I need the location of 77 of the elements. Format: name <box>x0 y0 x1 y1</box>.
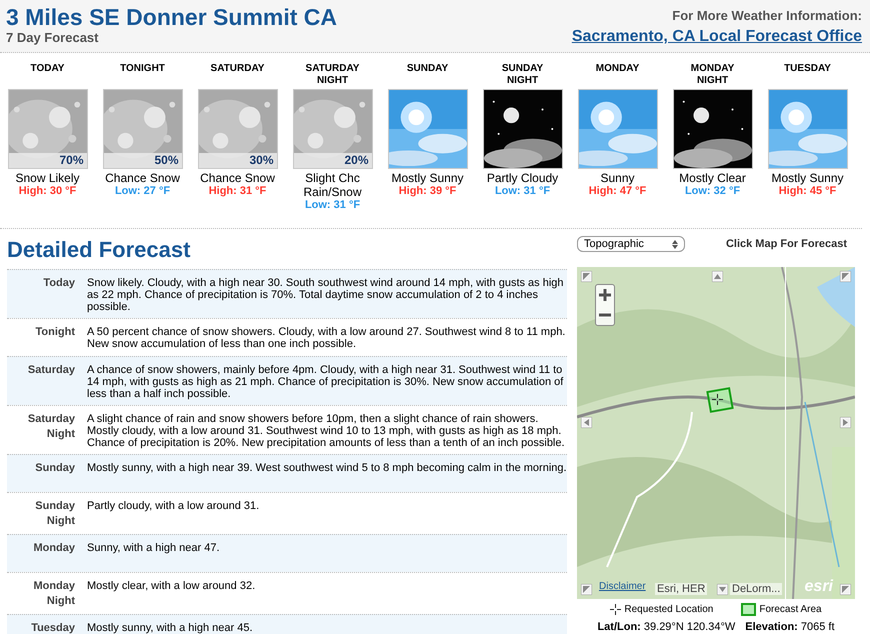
pan-arrow-icon[interactable] <box>840 417 851 428</box>
period-label: Saturday <box>26 363 75 378</box>
legend-label: Forecast Area <box>759 604 822 615</box>
forecast-area-icon <box>706 387 734 413</box>
forecast-area-icon <box>741 603 756 616</box>
period-name: SATURDAY NIGHT <box>304 63 360 88</box>
period-name: SATURDAY <box>210 63 266 76</box>
pan-arrow-icon[interactable] <box>581 271 592 282</box>
temperature: High: 47 °F <box>588 185 646 197</box>
forecast-subtitle: 7 Day Forecast <box>6 30 100 45</box>
short-forecast: Mostly Sunny <box>770 171 845 185</box>
dropdown-arrows-icon <box>672 240 678 248</box>
short-forecast: Chance Snow <box>104 171 180 185</box>
crosshair-icon <box>712 394 723 405</box>
period-label: Monday <box>32 541 75 556</box>
lat-lon: Lat/Lon: 39.29°N 120.34°W <box>597 621 736 633</box>
chance-label: 20% <box>294 153 372 168</box>
temperature: Low: 31 °F <box>494 185 550 197</box>
temperature: High: 31 °F <box>208 185 266 197</box>
location-title: 3 Miles SE Donner Summit CA <box>6 4 338 30</box>
short-forecast: Snow Likely <box>14 171 81 185</box>
temperature: High: 45 °F <box>778 185 836 197</box>
period-label: Sunday Night <box>34 499 75 529</box>
disclaimer-link[interactable]: Disclaimer <box>599 581 646 592</box>
forecast-text: Mostly clear, with a low around 32. <box>87 579 256 594</box>
pan-arrow-icon[interactable] <box>581 584 592 595</box>
temperature: High: 39 °F <box>398 185 456 197</box>
period-name: TONIGHT <box>119 63 166 76</box>
pan-arrow-icon[interactable] <box>712 271 723 282</box>
temperature: Low: 32 °F <box>684 185 740 197</box>
short-forecast: Mostly Sunny <box>390 171 465 185</box>
period-name: TUESDAY <box>783 63 832 76</box>
attribution-text: DeLorm... <box>730 583 782 595</box>
short-forecast: Mostly Clear <box>678 171 747 185</box>
layer-select[interactable]: Topographic <box>577 236 685 252</box>
period-label: Tonight <box>34 325 75 340</box>
period-label: Today <box>42 276 75 291</box>
pan-arrow-icon[interactable] <box>581 417 592 428</box>
temperature: Low: 31 °F <box>304 199 360 211</box>
forecast-text: A 50 percent chance of snow showers. Cloudy, with a low around 27. Southwest wind 8 to 11 mph. New snow accumulation of less than one inch possible. <box>87 325 566 351</box>
short-forecast: Partly Cloudy <box>486 171 560 185</box>
period-name: SUNDAY NIGHT <box>500 63 544 88</box>
short-forecast: Sunny <box>599 171 636 185</box>
forecast-text: A slight chance of rain and snow showers before 10pm, then a slight chance of rain showers. Mostly cloudy, with a low around 31. Southwest wind 10 to 13 mph, with gusts as high as 18 mph. Chance of precipitation is 20%. New precipitation amounts of less than a tenth of an inch possible. <box>87 412 566 449</box>
forecast-text: Mostly sunny, with a high near 39. West southwest wind 5 to 8 mph becoming calm in the morning. <box>87 461 567 476</box>
temperature: Low: 27 °F <box>114 185 170 197</box>
short-forecast: Slight Chc Rain/Snow <box>302 171 363 199</box>
period-label: Sunday <box>34 461 75 476</box>
period-label: Tuesday <box>30 621 75 634</box>
attribution-text: Esri, HER <box>655 583 708 595</box>
map-logo: esri <box>804 578 833 596</box>
pan-arrow-icon[interactable] <box>840 271 851 282</box>
short-forecast: Chance Snow <box>200 171 276 185</box>
period-label: Monday Night <box>32 579 75 609</box>
chance-label: 70% <box>8 153 86 168</box>
chance-label: 30% <box>198 153 276 168</box>
elevation: Elevation: 7065 ft <box>745 621 835 633</box>
period-label: Saturday Night <box>26 412 75 442</box>
map-hint: Click Map For Forecast <box>726 238 847 250</box>
pan-arrow-icon[interactable] <box>840 584 851 595</box>
section-heading: Detailed Forecast <box>7 237 192 263</box>
forecast-text: Snow likely. Cloudy, with a high near 30. South southwest wind around 14 mph, with gusts as high as 22 mph. Chance of precipitation is 70%. Total daytime snow accumulation of 2 to 4 inches possible. <box>87 276 565 313</box>
legend-label: Requested Location <box>624 604 714 615</box>
forecast-text: A chance of snow showers, mainly before 4pm. Cloudy, with a high near 31. Southwest wind 11 to 14 mph, with gusts as high as 21 mph. Chance of precipitation is 30%. New snow accumulation of less than a half inch possible. <box>87 363 564 400</box>
office-link[interactable]: Sacramento, CA Local Forecast Office <box>572 28 862 46</box>
forecast-text: Mostly sunny, with a high near 45. <box>87 621 252 634</box>
period-name: MONDAY <box>594 63 640 76</box>
forecast-text: Sunny, with a high near 47. <box>87 541 220 556</box>
period-name: MONDAY NIGHT <box>690 63 736 88</box>
period-name: SUNDAY <box>406 63 450 76</box>
period-name: TODAY <box>30 63 66 76</box>
temperature: High: 30 °F <box>18 185 76 197</box>
crosshair-icon <box>610 604 622 615</box>
chance-label: 50% <box>104 153 182 168</box>
info-label: For More Weather Information: <box>672 8 862 23</box>
pan-arrow-icon[interactable] <box>717 584 728 595</box>
forecast-text: Partly cloudy, with a low around 31. <box>87 499 260 514</box>
